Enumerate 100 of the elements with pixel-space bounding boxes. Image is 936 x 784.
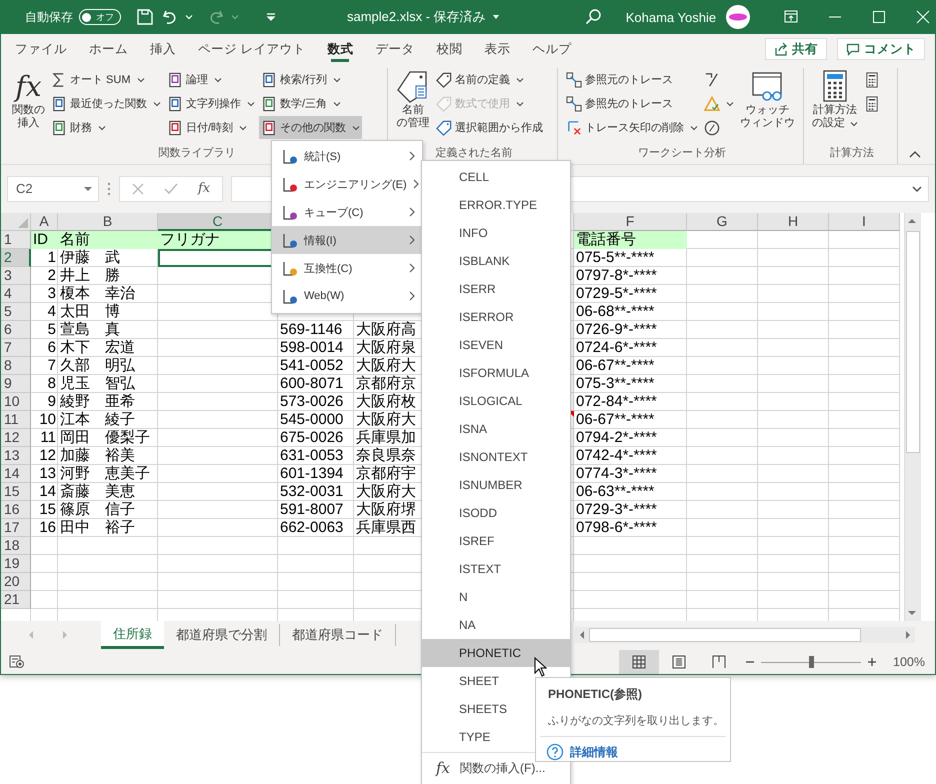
row-header[interactable]: 12 xyxy=(1,429,31,447)
row-header[interactable]: 7 xyxy=(1,339,31,357)
macro-record-icon[interactable] xyxy=(9,655,25,669)
insert-function-button[interactable]: fx xyxy=(198,181,210,196)
sheet-tab[interactable]: 都道府県で分割 xyxy=(164,624,280,646)
ribbon-tab[interactable]: 挿入 xyxy=(142,34,184,64)
ribbon-button[interactable]: トレース矢印の削除 xyxy=(564,116,700,139)
menu-item[interactable]: ISERR xyxy=(422,275,570,303)
search-icon[interactable] xyxy=(584,8,602,26)
collapse-ribbon-icon[interactable] xyxy=(909,150,921,158)
column-header[interactable]: A xyxy=(31,213,58,231)
row-header[interactable]: 9 xyxy=(1,375,31,393)
column-header[interactable]: I xyxy=(829,213,900,231)
column-header[interactable]: G xyxy=(687,213,758,231)
document-title[interactable]: sample2.xlsx - 保存済み xyxy=(347,8,486,26)
ribbon-tab[interactable]: 表示 xyxy=(476,34,518,64)
menu-item[interactable]: ISNA xyxy=(422,415,570,443)
menu-item[interactable]: ISEVEN xyxy=(422,331,570,359)
scroll-thumb[interactable] xyxy=(589,628,861,642)
menu-item[interactable]: 互換性(C) xyxy=(272,254,422,282)
menu-item[interactable]: INFO xyxy=(422,219,570,247)
ribbon-button[interactable]: その他の関数 xyxy=(259,116,362,139)
sheet-tab[interactable]: 都道府県コード xyxy=(280,624,396,646)
ribbon-button[interactable]: 数学/三角 xyxy=(259,92,362,115)
row-header[interactable]: 17 xyxy=(1,519,31,537)
caret-icon[interactable] xyxy=(185,13,193,21)
column-header[interactable]: F xyxy=(574,213,687,231)
ribbon-tab[interactable]: 数式 xyxy=(319,34,362,64)
menu-item[interactable]: 情報(I) xyxy=(272,226,422,254)
ribbon-button[interactable]: 日付/時刻 xyxy=(165,116,257,139)
view-button[interactable] xyxy=(619,650,660,674)
row-header[interactable]: 2 xyxy=(1,249,31,267)
save-icon[interactable] xyxy=(135,7,155,27)
menu-item[interactable]: ISREF xyxy=(422,527,570,555)
autosave-toggle[interactable]: オフ xyxy=(79,9,121,25)
row-header[interactable]: 21 xyxy=(1,591,31,609)
ribbon-button[interactable]: 計算方法 の設定 xyxy=(810,68,860,145)
ribbon-button[interactable]: 論理 xyxy=(165,68,257,91)
ribbon-tab[interactable]: ページ レイアウト xyxy=(190,34,314,64)
ribbon-button[interactable]: 文字列操作 xyxy=(165,92,257,115)
ribbon-button[interactable]: ウォッチ ウィンドウ xyxy=(738,68,797,145)
ribbon-tab[interactable]: ヘルプ xyxy=(524,34,580,64)
menu-item[interactable]: Web(W) xyxy=(272,282,422,310)
menu-item[interactable]: ISERROR xyxy=(422,303,570,331)
ribbon-tab[interactable]: データ xyxy=(367,34,422,64)
menu-item[interactable]: CELL xyxy=(422,163,570,191)
column-header[interactable]: H xyxy=(758,213,829,231)
ribbon-button[interactable]: 選択範囲から作成 xyxy=(434,116,545,139)
row-header[interactable]: 11 xyxy=(1,411,31,429)
avatar[interactable] xyxy=(726,5,750,29)
menu-item[interactable]: ISNONTEXT xyxy=(422,443,570,471)
row-header[interactable]: 13 xyxy=(1,447,31,465)
zoom-level[interactable]: 100% xyxy=(893,655,925,669)
ribbon-tab[interactable]: ファイル xyxy=(7,34,75,64)
slider-thumb[interactable] xyxy=(809,656,814,668)
menu-item[interactable]: 統計(S) xyxy=(272,142,422,170)
row-header[interactable]: 8 xyxy=(1,357,31,375)
check-icon[interactable] xyxy=(164,182,178,194)
row-header[interactable]: 1 xyxy=(1,231,31,249)
ribbon-button[interactable]: 最近使った関数 xyxy=(49,92,163,115)
customize-icon[interactable] xyxy=(265,11,277,23)
ribbon-tab[interactable]: ホーム xyxy=(81,34,136,64)
menu-item[interactable]: ISBLANK xyxy=(422,247,570,275)
row-header[interactable]: 16 xyxy=(1,501,31,519)
ribbon-button[interactable]: 財務 xyxy=(49,116,163,139)
menu-item[interactable]: ISLOGICAL xyxy=(422,387,570,415)
maximize-icon[interactable] xyxy=(872,10,886,24)
menu-item[interactable]: ISTEXT xyxy=(422,555,570,583)
comment-button[interactable]: コメント xyxy=(837,38,925,60)
expand-icon[interactable] xyxy=(912,184,922,192)
menu-item[interactable]: ISNUMBER xyxy=(422,471,570,499)
ribbon-button[interactable]: 名前の定義 xyxy=(434,68,545,91)
column-header[interactable]: B xyxy=(58,213,158,231)
menu-item[interactable]: ISFORMULA xyxy=(422,359,570,387)
share-button[interactable]: 共有 xyxy=(765,38,827,60)
ribbon-tab[interactable]: 校閲 xyxy=(428,34,470,64)
row-header[interactable]: 10 xyxy=(1,393,31,411)
row-header[interactable]: 15 xyxy=(1,483,31,501)
ribbon-display-icon[interactable] xyxy=(784,10,798,24)
user-name[interactable]: Kohama Yoshie xyxy=(626,10,716,24)
ribbon-button[interactable]: 参照元のトレース xyxy=(564,68,700,91)
ribbon-button[interactable]: オート SUM xyxy=(49,68,163,91)
ribbon-button[interactable]: 検索/行列 xyxy=(259,68,362,91)
zoom-in-icon[interactable] xyxy=(867,657,878,667)
menu-item[interactable]: ISODD xyxy=(422,499,570,527)
row-header[interactable]: 4 xyxy=(1,285,31,303)
sheet-tab[interactable]: 住所録 xyxy=(101,621,164,649)
ribbon-button[interactable]: 参照先のトレース xyxy=(564,92,700,115)
row-header[interactable]: 5 xyxy=(1,303,31,321)
row-header[interactable]: 6 xyxy=(1,321,31,339)
name-box[interactable]: C2 xyxy=(7,176,99,202)
row-header[interactable]: 19 xyxy=(1,555,31,573)
row-header[interactable]: 20 xyxy=(1,573,31,591)
caret-icon[interactable] xyxy=(492,13,500,21)
ribbon-button[interactable]: fx 関数の 挿入 xyxy=(10,68,47,145)
row-header[interactable]: 3 xyxy=(1,267,31,285)
menu-item[interactable]: N xyxy=(422,583,570,611)
menu-item[interactable]: エンジニアリング(E) xyxy=(272,170,422,198)
menu-item[interactable]: NA xyxy=(422,611,570,639)
row-header[interactable]: 14 xyxy=(1,465,31,483)
